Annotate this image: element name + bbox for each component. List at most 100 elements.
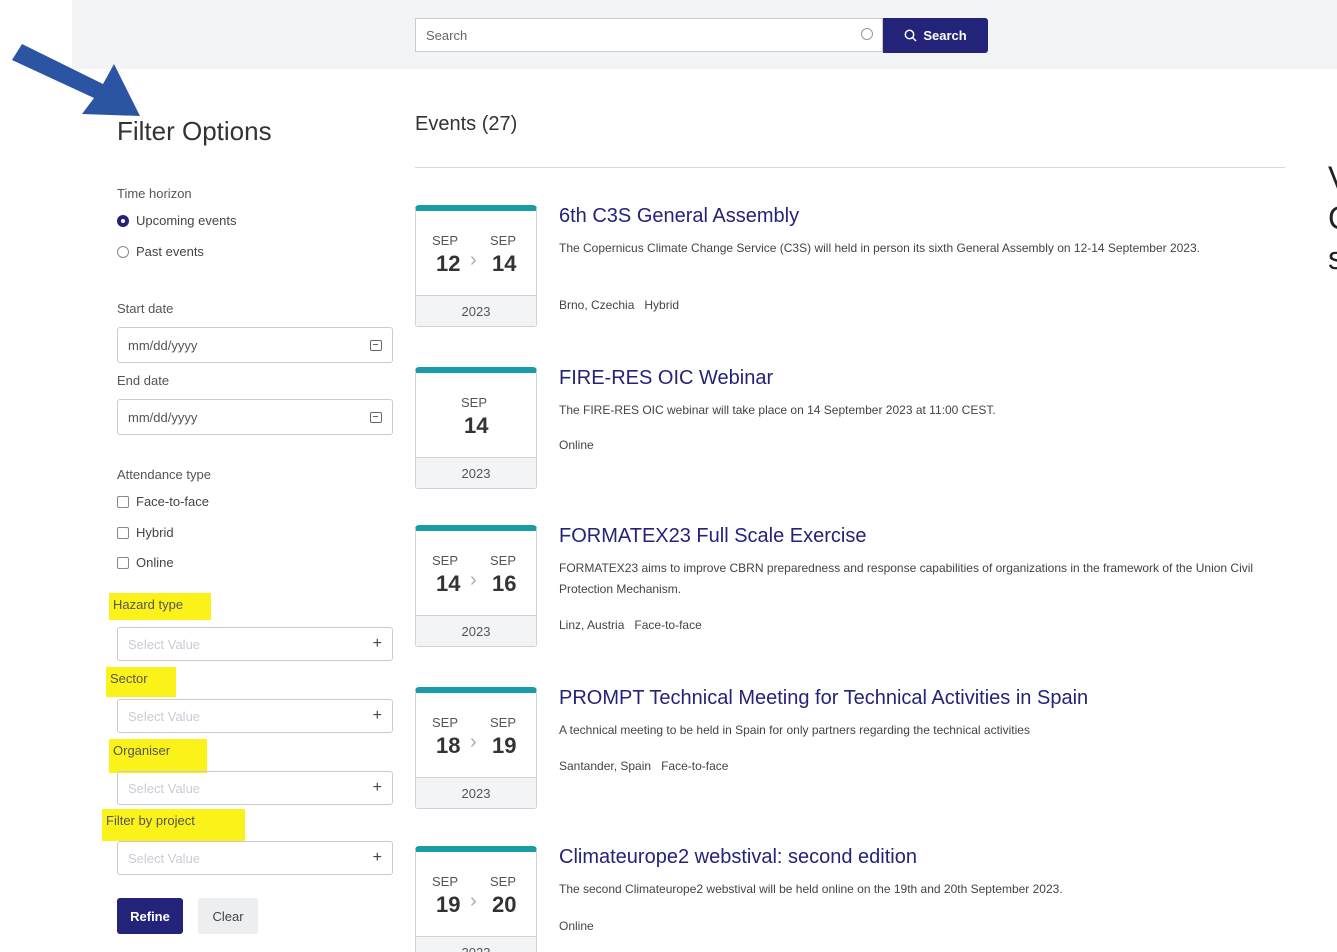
event-type: Online: [559, 919, 594, 933]
event-item: SEP 14 2023 FIRE-RES OIC Webinar The FIR…: [415, 367, 1285, 497]
time-horizon-label: Time horizon: [117, 186, 192, 201]
event-year: 2023: [416, 777, 536, 808]
event-location: Linz, Austria: [559, 618, 625, 632]
date-card: SEP 14 2023: [415, 367, 537, 489]
radio-upcoming-events[interactable]: Upcoming events: [117, 213, 236, 228]
end-day: 16: [492, 571, 517, 596]
checkbox-hybrid[interactable]: Hybrid: [117, 525, 174, 540]
radio-selected-icon: [117, 214, 129, 227]
date-card: SEP SEP 14 › 16 2023: [415, 525, 537, 647]
radio-past-events[interactable]: Past events: [117, 244, 204, 259]
refine-button[interactable]: Refine: [117, 898, 183, 934]
sector-label: Sector: [106, 667, 176, 697]
attendance-type-label: Attendance type: [117, 467, 211, 482]
divider: [415, 167, 1285, 168]
plus-icon: +: [372, 849, 382, 866]
end-day: 20: [492, 892, 517, 917]
event-description: FORMATEX23 aims to improve CBRN prepared…: [559, 561, 1254, 596]
plus-icon: +: [372, 779, 382, 796]
event-description: The second Climateurope2 webstival will …: [559, 882, 1063, 896]
event-title-link[interactable]: FORMATEX23 Full Scale Exercise: [559, 525, 867, 548]
event-description: A technical meeting to be held in Spain …: [559, 723, 1030, 737]
search-icon: [904, 29, 917, 42]
chevron-right-icon: ›: [470, 249, 477, 271]
start-day: 14: [464, 413, 489, 438]
end-date-input[interactable]: mm/dd/yyyy: [117, 399, 393, 435]
hazard-type-select[interactable]: Select Value +: [117, 627, 393, 661]
end-date-label: End date: [117, 373, 170, 388]
start-month: SEP: [432, 233, 459, 248]
chevron-right-icon: ›: [470, 731, 477, 753]
search-button-label: Search: [923, 28, 967, 43]
clear-search-icon[interactable]: [861, 28, 873, 40]
event-type: Hybrid: [644, 298, 680, 312]
end-month: SEP: [490, 553, 517, 568]
filter-options-title: Filter Options: [117, 116, 272, 146]
event-type: Face-to-face: [661, 759, 729, 773]
organiser-select[interactable]: Select Value +: [117, 771, 393, 805]
checkbox-online[interactable]: Online: [117, 555, 174, 570]
event-meta: Online: [559, 919, 594, 933]
event-item: SEP SEP 12 › 14 2023 6th C3S General Ass…: [415, 205, 1285, 335]
start-month: SEP: [432, 553, 459, 568]
project-select[interactable]: Select Value +: [117, 841, 393, 875]
event-title-link[interactable]: Climateurope2 webstival: second edition: [559, 846, 917, 869]
start-day: 19: [436, 892, 461, 917]
end-day: 14: [492, 251, 517, 276]
start-day: 12: [436, 251, 461, 276]
checkbox-face-to-face[interactable]: Face-to-face: [117, 494, 209, 509]
start-date-label: Start date: [117, 301, 174, 316]
event-description: The FIRE-RES OIC webinar will take place…: [559, 403, 996, 417]
plus-icon: +: [372, 635, 382, 652]
search-input[interactable]: [415, 18, 883, 52]
organiser-label: Organiser: [109, 739, 207, 773]
date-card: SEP SEP 18 › 19 2023: [415, 687, 537, 809]
start-month: SEP: [432, 874, 459, 889]
event-item: SEP SEP 18 › 19 2023 PROMPT Technical Me…: [415, 687, 1285, 817]
events-title: Events (27): [415, 113, 518, 135]
event-title-link[interactable]: 6th C3S General Assembly: [559, 205, 799, 228]
start-date-input[interactable]: mm/dd/yyyy: [117, 327, 393, 363]
event-meta: Linz, Austria Face-to-face: [559, 618, 702, 632]
end-month: SEP: [490, 715, 517, 730]
search-bar: Search: [415, 18, 988, 54]
event-meta: Brno, Czechia Hybrid: [559, 298, 679, 312]
checkbox-icon: [117, 495, 129, 508]
event-year: 2023: [416, 457, 536, 488]
annotation-arrow-icon: [12, 44, 140, 116]
date-card: SEP SEP 19 › 20 2023: [415, 846, 537, 952]
start-day: 14: [436, 571, 461, 596]
hazard-type-label: Hazard type: [109, 593, 211, 620]
event-year: 2023: [416, 615, 536, 646]
plus-icon: +: [372, 707, 382, 724]
calendar-icon[interactable]: [370, 339, 382, 351]
search-button[interactable]: Search: [883, 18, 988, 53]
end-day: 19: [492, 733, 517, 758]
cropped-side-text: V C s: [1328, 160, 1337, 276]
date-card: SEP SEP 12 › 14 2023: [415, 205, 537, 327]
chevron-right-icon: ›: [470, 890, 477, 912]
calendar-icon[interactable]: [370, 411, 382, 423]
sector-select[interactable]: Select Value +: [117, 699, 393, 733]
checkbox-icon: [117, 556, 129, 569]
event-location: Santander, Spain: [559, 759, 652, 773]
event-meta: Santander, Spain Face-to-face: [559, 759, 728, 773]
event-year: 2023: [416, 936, 536, 952]
start-month: SEP: [432, 715, 459, 730]
start-month: SEP: [461, 395, 488, 410]
event-type: Face-to-face: [634, 618, 702, 632]
event-location: Brno, Czechia: [559, 298, 635, 312]
radio-icon: [117, 245, 129, 258]
clear-button[interactable]: Clear: [198, 898, 258, 934]
chevron-right-icon: ›: [470, 569, 477, 591]
event-year: 2023: [416, 295, 536, 326]
event-description: The Copernicus Climate Change Service (C…: [559, 241, 1200, 255]
event-type: Online: [559, 438, 594, 452]
start-day: 18: [436, 733, 461, 758]
event-item: SEP SEP 19 › 20 2023 Climateurope2 webst…: [415, 846, 1285, 952]
event-title-link[interactable]: PROMPT Technical Meeting for Technical A…: [559, 687, 1088, 710]
event-title-link[interactable]: FIRE-RES OIC Webinar: [559, 367, 773, 390]
end-month: SEP: [490, 874, 517, 889]
event-meta: Online: [559, 438, 594, 452]
filter-by-project-label: Filter by project: [102, 809, 245, 841]
